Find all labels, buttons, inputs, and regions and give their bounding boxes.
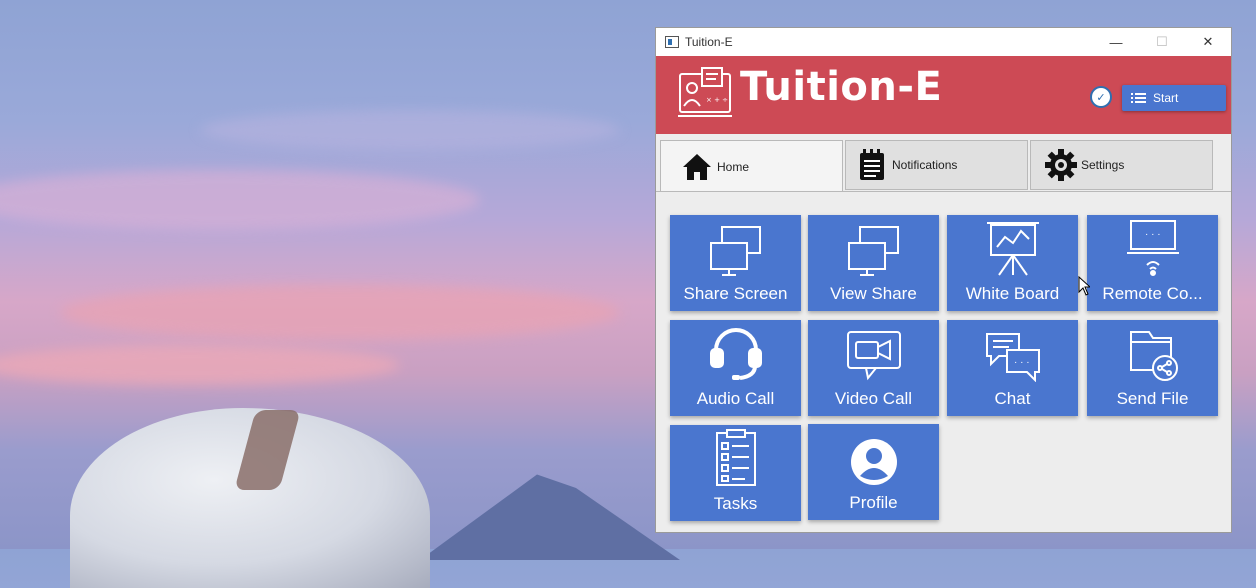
share-screen-tile[interactable]: Share Screen	[670, 215, 801, 311]
view-share-icon	[847, 226, 899, 276]
tile-label: Share Screen	[683, 284, 788, 303]
window-title: Tuition-E	[685, 35, 733, 49]
tile-label: Audio Call	[696, 389, 775, 408]
tab-home[interactable]: Home	[660, 140, 843, 192]
tile-label: White Board	[965, 284, 1060, 303]
globe-icon[interactable]: ✓	[1090, 86, 1112, 108]
tile-label: Profile	[849, 493, 898, 512]
view-share-tile[interactable]: View Share	[808, 215, 939, 311]
svg-text:· · ·: · · ·	[1145, 229, 1161, 240]
minimize-button[interactable]: —	[1093, 28, 1139, 56]
list-icon	[1131, 91, 1146, 105]
tile-label: Video Call	[834, 389, 913, 408]
close-button[interactable]: ✕	[1185, 28, 1231, 56]
mouse-cursor-icon	[1078, 276, 1090, 296]
chat-icon: · · ·	[985, 333, 1040, 382]
svg-text:· · ·: · · ·	[1014, 357, 1030, 368]
tasks-tile[interactable]: Tasks	[670, 425, 801, 521]
title-bar[interactable]: Tuition-E — ☐ ✕	[656, 28, 1231, 56]
gear-icon	[1045, 149, 1077, 181]
remote-control-tile[interactable]: · · · Remote Co...	[1087, 215, 1218, 311]
tab-settings-label: Settings	[1081, 158, 1125, 172]
window-app-icon	[665, 36, 679, 48]
tab-notifications-label: Notifications	[892, 158, 958, 172]
start-button-label: Start	[1153, 91, 1179, 105]
remote-control-icon: · · ·	[1126, 220, 1179, 276]
tile-label: Send File	[1116, 389, 1189, 408]
send-file-tile[interactable]: Send File	[1087, 320, 1218, 416]
maximize-button[interactable]: ☐	[1139, 28, 1185, 56]
home-icon	[681, 151, 713, 183]
video-camera-icon	[846, 331, 901, 381]
tab-notifications[interactable]: Notifications	[845, 140, 1028, 190]
tab-settings[interactable]: Settings	[1030, 140, 1213, 190]
tile-label: View Share	[830, 284, 917, 303]
send-file-icon	[1129, 331, 1178, 381]
tile-label: Tasks	[713, 494, 758, 513]
tile-label: Remote Co...	[1102, 284, 1203, 303]
share-screen-icon	[709, 226, 761, 276]
svg-text:× + ÷: × + ÷	[706, 96, 728, 104]
audio-call-tile[interactable]: Audio Call	[670, 320, 801, 416]
whiteboard-icon	[986, 222, 1039, 276]
background-cloud	[200, 110, 620, 150]
start-button[interactable]: Start	[1122, 85, 1226, 111]
background-cloud	[0, 170, 480, 230]
teacher-logo-icon: × + ÷	[678, 67, 732, 117]
tasks-icon	[715, 429, 756, 486]
app-title: Tuition-E	[740, 64, 943, 110]
profile-tile[interactable]: Profile	[808, 424, 939, 520]
tile-label: Chat	[994, 389, 1031, 408]
app-header: × + ÷ Tuition-E ✓ Start	[656, 56, 1231, 134]
profile-icon	[850, 439, 897, 485]
background-mountain	[420, 474, 680, 560]
background-cloud	[60, 285, 620, 340]
tab-divider	[656, 191, 1231, 192]
tab-bar: Home Notifications Settings	[660, 140, 1215, 192]
notepad-icon	[856, 149, 888, 181]
background-cloud	[0, 345, 400, 385]
chat-tile[interactable]: · · · Chat	[947, 320, 1078, 416]
video-call-tile[interactable]: Video Call	[808, 320, 939, 416]
white-board-tile[interactable]: White Board	[947, 215, 1078, 311]
tab-home-label: Home	[717, 159, 750, 174]
headset-icon	[709, 328, 762, 380]
app-window: Tuition-E — ☐ ✕ × + ÷ Tuition-E ✓ Start …	[655, 27, 1232, 533]
